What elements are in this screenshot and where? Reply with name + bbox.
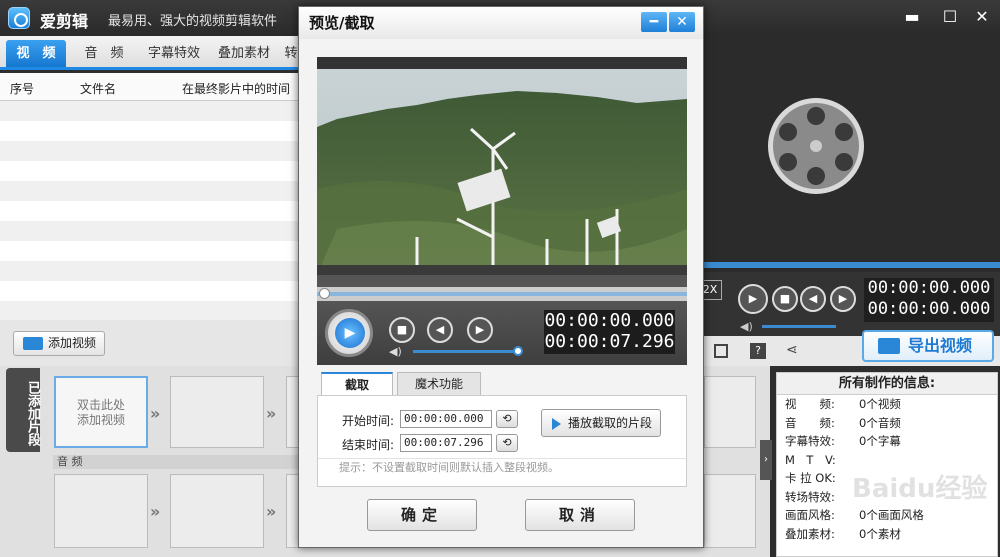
stop-icon[interactable]: ■ bbox=[772, 286, 798, 312]
main-progress-bar[interactable] bbox=[704, 262, 1000, 268]
export-video-button[interactable]: 导出视频 bbox=[862, 330, 994, 362]
set-start-clock-icon[interactable]: ⟲ bbox=[496, 410, 518, 428]
tab-magic[interactable]: 魔术功能 bbox=[397, 372, 481, 396]
set-end-clock-icon[interactable]: ⟲ bbox=[496, 434, 518, 452]
video-frame-image bbox=[317, 69, 687, 275]
add-video-button[interactable]: 添加视频 bbox=[13, 331, 105, 356]
volume-slider[interactable] bbox=[413, 350, 517, 353]
tab-cut[interactable]: 截取 bbox=[321, 372, 393, 396]
app-title: 爱剪辑 bbox=[40, 12, 89, 31]
volume-icon[interactable]: ◀) bbox=[740, 320, 753, 333]
volume-icon[interactable]: ◀) bbox=[389, 345, 402, 358]
close-button[interactable]: ✕ bbox=[970, 6, 994, 28]
dialog-close-button[interactable]: ✕ bbox=[669, 12, 695, 32]
preview-cut-dialog: 预览/截取 ━ ✕ ▶ ■ ◀ ▶ ◀) 00:00:00.000 00:00:… bbox=[298, 6, 704, 548]
info-row: 字幕特效: 0个字幕 bbox=[785, 434, 901, 448]
prev-frame-icon[interactable]: ◀ bbox=[427, 317, 453, 343]
chevron-right-icon: » bbox=[266, 502, 277, 521]
next-frame-icon[interactable]: ▶ bbox=[467, 317, 493, 343]
tip-text: 提示：不设置截取时间则默认插入整段视频。 bbox=[339, 461, 559, 474]
start-time-label: 开始时间: bbox=[342, 414, 395, 428]
play-icon[interactable]: ▶ bbox=[335, 318, 365, 348]
ok-button[interactable]: 确定 bbox=[367, 499, 477, 531]
info-row: 画面风格: 0个画面风格 bbox=[785, 508, 924, 522]
play-icon[interactable]: ▶ bbox=[738, 284, 768, 314]
file-list-header: 序号 文件名 在最终影片中的时间 bbox=[0, 73, 300, 101]
clip-progress-bar[interactable] bbox=[317, 287, 687, 301]
minimize-button[interactable]: ▬ bbox=[900, 6, 924, 28]
next-frame-icon[interactable]: ▶ bbox=[830, 286, 856, 312]
chevron-right-icon: » bbox=[150, 502, 161, 521]
start-time-input[interactable]: 00:00:00.000 bbox=[400, 410, 492, 428]
clip-slot[interactable] bbox=[704, 376, 756, 448]
tab-subtitle-effects[interactable]: 字幕特效 bbox=[142, 40, 206, 67]
watermark: Baidu经验 bbox=[852, 474, 988, 504]
help-icon[interactable]: ? bbox=[750, 343, 766, 359]
dialog-minimize-button[interactable]: ━ bbox=[641, 12, 667, 32]
clip-slot[interactable] bbox=[170, 376, 264, 448]
video-preview[interactable] bbox=[317, 57, 687, 287]
col-filename: 文件名 bbox=[80, 82, 117, 96]
prev-frame-icon[interactable]: ◀ bbox=[800, 286, 826, 312]
volume-knob[interactable] bbox=[513, 346, 523, 356]
collapse-arrow-icon[interactable]: › bbox=[760, 440, 772, 480]
main-time-display: 00:00:00.000 00:00:00.000 bbox=[864, 278, 994, 322]
cancel-button[interactable]: 取消 bbox=[525, 499, 635, 531]
dialog-tabs: 截取 魔术功能 bbox=[317, 372, 687, 396]
volume-slider[interactable] bbox=[762, 325, 836, 328]
info-row: M T V: bbox=[785, 452, 836, 467]
stop-icon[interactable]: ■ bbox=[389, 317, 415, 343]
save-icon[interactable] bbox=[714, 344, 728, 358]
app-slogan: 最易用、强大的视频剪辑软件 bbox=[108, 14, 278, 29]
audio-slot[interactable] bbox=[170, 474, 264, 548]
project-info-panel: 所有制作的信息: 视 频: 0个视频 音 频: 0个音频 字幕特效: 0个字幕 M T… bbox=[776, 372, 998, 557]
add-clip-slot[interactable]: 双击此处 添加视频 bbox=[54, 376, 148, 448]
film-add-icon bbox=[23, 337, 43, 350]
maximize-button[interactable]: ☐ bbox=[938, 6, 962, 28]
progress-knob[interactable] bbox=[319, 288, 330, 299]
project-info-title: 所有制作的信息: bbox=[777, 373, 997, 395]
tab-overlay[interactable]: 叠加素材 bbox=[212, 40, 276, 67]
col-index: 序号 bbox=[10, 82, 35, 96]
info-row: 视 频: 0个视频 bbox=[785, 397, 901, 411]
col-time: 在最终影片中的时间 bbox=[182, 82, 291, 96]
added-clips-tab[interactable]: 已添加片段 bbox=[6, 368, 40, 452]
audio-slot[interactable] bbox=[54, 474, 148, 548]
play-icon bbox=[552, 418, 561, 430]
file-list[interactable] bbox=[0, 101, 300, 321]
chevron-right-icon: » bbox=[150, 404, 161, 423]
export-icon bbox=[878, 338, 900, 354]
end-time-input[interactable]: 00:00:07.296 bbox=[400, 434, 492, 452]
audio-track-label: 音 频 bbox=[53, 455, 303, 469]
info-row: 叠加素材: 0个素材 bbox=[785, 526, 901, 541]
dialog-time-display: 00:00:00.000 00:00:07.296 bbox=[544, 310, 675, 354]
info-row: 音 频: 0个音频 bbox=[785, 415, 901, 430]
main-tabs: 视 频 音 频 字幕特效 叠加素材 转 bbox=[0, 36, 300, 70]
tab-audio[interactable]: 音 频 bbox=[76, 40, 132, 67]
end-time-label: 结束时间: bbox=[342, 438, 395, 452]
share-icon[interactable]: ⋖ bbox=[786, 342, 798, 358]
chevron-right-icon: » bbox=[266, 404, 277, 423]
film-reel-icon bbox=[768, 98, 864, 194]
tab-video[interactable]: 视 频 bbox=[6, 40, 66, 67]
play-cut-clip-button[interactable]: 播放截取的片段 bbox=[541, 409, 661, 437]
audio-slot[interactable] bbox=[704, 474, 756, 548]
app-logo-icon bbox=[8, 7, 30, 29]
